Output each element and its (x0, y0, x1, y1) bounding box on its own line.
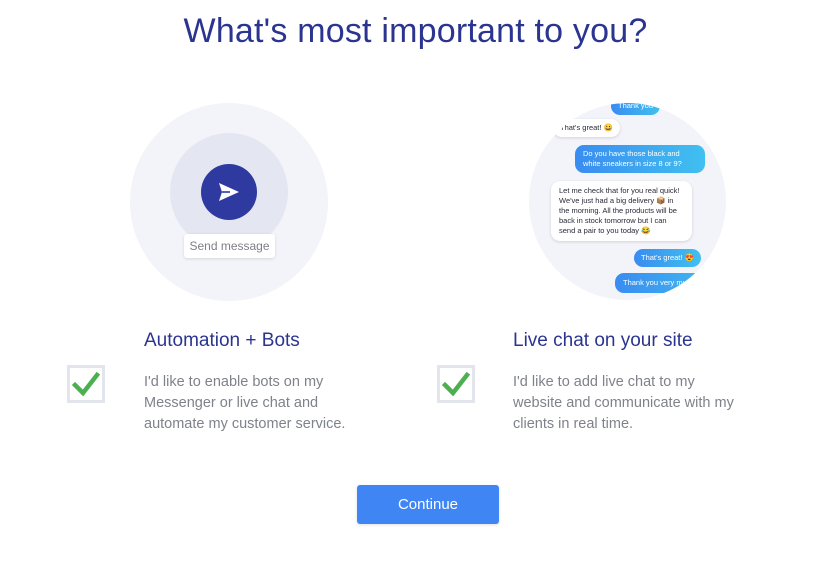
chat-bubble: Do you have those black and white sneake… (575, 145, 705, 173)
continue-button[interactable]: Continue (357, 485, 499, 524)
livechat-description: I'd like to add live chat to my website … (513, 372, 734, 435)
checkmark-icon (72, 372, 100, 396)
automation-title: Automation + Bots (144, 330, 300, 351)
livechat-description-line: clients in real time. (513, 416, 634, 432)
chat-bubble: That's great! 😍 (634, 249, 701, 267)
send-button-illustration (201, 164, 257, 220)
page-title: What's most important to you? (183, 12, 648, 50)
chat-bubble: Thank you (611, 103, 661, 115)
livechat-description-line: I'd like to add live chat to my (513, 374, 695, 390)
chat-bubble: That's great! 😀 (553, 119, 620, 137)
automation-description-line: automate my customer service. (144, 416, 346, 432)
livechat-title: Live chat on your site (513, 330, 693, 351)
automation-checkbox[interactable] (67, 365, 105, 403)
send-message-label: Send message (184, 234, 275, 258)
chat-bubble: Thank you very much (615, 273, 726, 293)
automation-description: I'd like to enable bots on my Messenger … (144, 372, 345, 435)
checkmark-icon (442, 372, 470, 396)
automation-description-line: Messenger or live chat and (144, 395, 319, 411)
chat-bubble: Let me check that for you real quick! We… (551, 181, 692, 241)
automation-illustration: Send message (130, 103, 328, 301)
send-icon (219, 183, 239, 201)
automation-description-line: I'd like to enable bots on my (144, 374, 324, 390)
livechat-description-line: website and communicate with my (513, 395, 734, 411)
livechat-illustration: Thank you That's great! 😀 Do you have th… (529, 103, 726, 300)
livechat-checkbox[interactable] (437, 365, 475, 403)
